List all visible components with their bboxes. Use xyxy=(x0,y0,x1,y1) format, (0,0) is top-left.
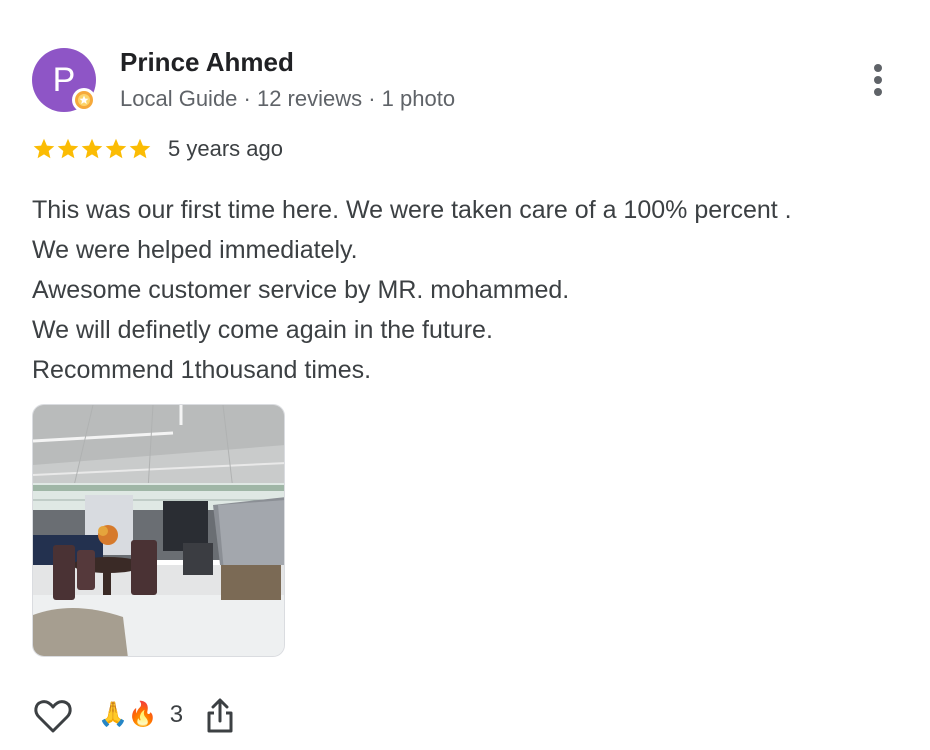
review-time: 5 years ago xyxy=(168,136,283,161)
star-icon xyxy=(57,138,79,159)
review-text-line: We were helped immediately. xyxy=(32,236,358,264)
more-vert-icon xyxy=(874,64,882,96)
star-rating xyxy=(32,137,152,161)
review-photo[interactable] xyxy=(32,404,285,657)
review-card: P Prince Ahmed Local Guide · 12 reviews … xyxy=(0,0,930,750)
avatar-initial: P xyxy=(52,60,76,99)
star-icon xyxy=(105,138,127,159)
reactions-summary[interactable]: 🙏🔥 3 xyxy=(98,697,183,733)
local-guide-badge-icon xyxy=(72,88,96,112)
review-text-line: Awesome customer service by MR. mohammed… xyxy=(32,276,570,304)
share-button[interactable] xyxy=(200,694,240,738)
store-interior-photo xyxy=(33,405,284,656)
review-text-line: We will definetly come again in the futu… xyxy=(32,316,493,344)
star-icon xyxy=(33,138,55,159)
star-icon xyxy=(81,138,103,159)
share-icon xyxy=(207,698,233,733)
review-text-line: This was our first time here. We were ta… xyxy=(32,196,792,224)
reviewer-meta: Local Guide · 12 reviews · 1 photo xyxy=(120,86,456,111)
reaction-count: 3 xyxy=(169,701,184,728)
star-icon xyxy=(129,138,151,159)
reviewer-name[interactable]: Prince Ahmed xyxy=(120,47,294,78)
reaction-emojis: 🙏🔥 xyxy=(98,701,158,728)
like-button[interactable] xyxy=(31,694,75,738)
review-text-line: Recommend 1thousand times. xyxy=(32,356,372,384)
review-text: This was our first time here. We were ta… xyxy=(32,190,902,390)
more-options-button[interactable] xyxy=(858,60,898,100)
heart-outline-icon xyxy=(34,700,72,733)
